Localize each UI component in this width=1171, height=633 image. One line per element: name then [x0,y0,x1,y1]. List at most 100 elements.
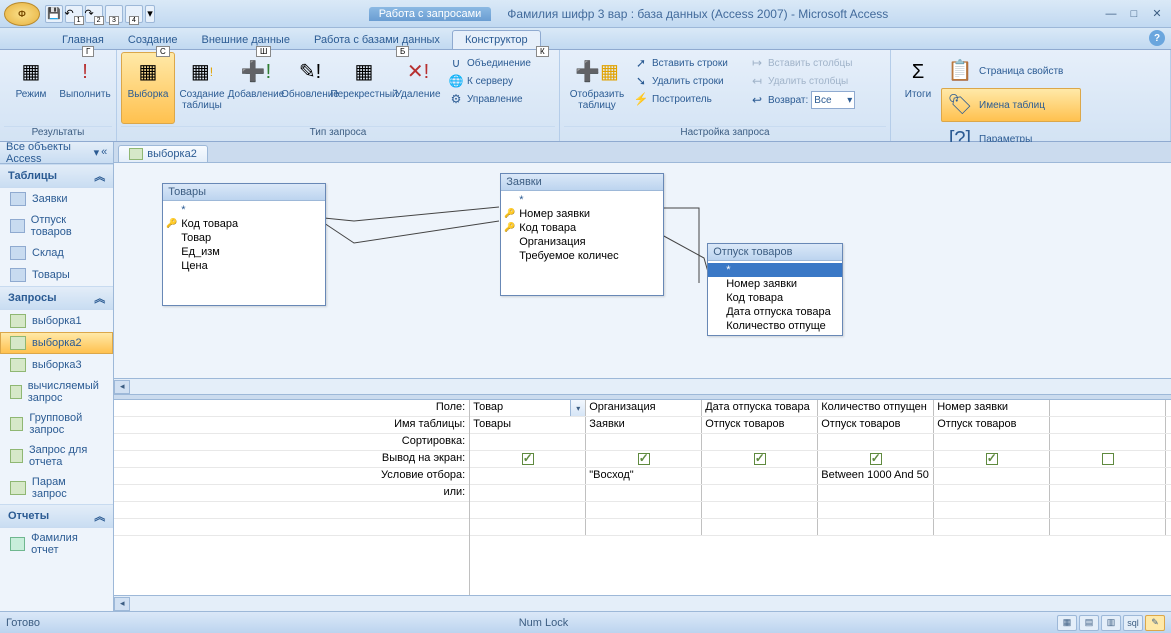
qbe-cell[interactable]: Дата отпуска товара [702,400,818,416]
maketable-button[interactable]: ▦!Создание таблицы [175,52,229,124]
qbe-hscroll[interactable]: ◂ ▸ [114,595,1171,611]
qbe-cell[interactable] [1050,519,1166,535]
tablebox-title[interactable]: Товары [163,184,325,201]
nav-query-item[interactable]: Групповой запрос [0,408,113,440]
qbe-cell[interactable]: Номер заявки [934,400,1050,416]
nav-query-item[interactable]: выборка2 [0,332,113,354]
show-checkbox[interactable] [870,453,882,465]
qbe-cell[interactable] [1050,485,1166,501]
qbe-cell[interactable] [818,434,934,450]
nav-group-tables[interactable]: Таблицы︽ [0,164,113,188]
qbe-cell[interactable] [1050,502,1166,518]
qat-save[interactable]: 💾 [45,5,63,23]
restore-button[interactable]: □ [1124,5,1144,23]
qbe-cell[interactable] [1166,468,1171,484]
field[interactable]: 🔑Номер заявки [501,207,663,221]
qbe-cell[interactable]: Организация [586,400,702,416]
qbe-cell[interactable] [470,434,586,450]
qbe-cell[interactable] [702,468,818,484]
qbe-cell[interactable] [586,451,702,467]
update-button[interactable]: ✎!Обновление [283,52,337,124]
return-combo[interactable]: Все▾ [811,91,855,109]
qbe-cell[interactable]: "Восход" [586,468,702,484]
qbe-cell[interactable] [1050,468,1166,484]
nav-query-item[interactable]: Запрос для отчета [0,440,113,472]
tablenames-button[interactable]: 🏷Имена таблиц [941,88,1081,122]
canvas-hscroll[interactable]: ◂ ▸ [114,378,1171,394]
field[interactable]: * [163,203,325,217]
return-rows[interactable]: ↩Возврат: Все▾ [746,90,886,110]
nav-query-item[interactable]: вычисляемый запрос [0,376,113,408]
show-checkbox[interactable] [638,453,650,465]
qbe-cell[interactable] [818,519,934,535]
field[interactable]: Требуемое количес [501,249,663,263]
qbe-cell[interactable] [934,451,1050,467]
builder-button[interactable]: ⚡Построитель [630,90,746,108]
nav-table-item[interactable]: Заявки [0,188,113,210]
qbe-cell[interactable]: Товар▾ [470,400,586,416]
field[interactable]: 🔑Код товара [163,217,325,231]
qbe-cell[interactable] [1050,400,1166,416]
qbe-cell[interactable]: Between 1000 And 50 [818,468,934,484]
qbe-cell[interactable] [586,519,702,535]
nav-group-reports[interactable]: Отчеты︽ [0,504,113,528]
table-заявки[interactable]: Заявки * 🔑Номер заявки 🔑Код товара Орган… [500,173,664,296]
show-checkbox[interactable] [522,453,534,465]
field[interactable]: Организация [501,235,663,249]
nav-table-item[interactable]: Отпуск товаров [0,210,113,242]
qbe-cell[interactable] [702,451,818,467]
table-отпуск-товаров[interactable]: Отпуск товаров * Номер заявки Код товара… [707,243,843,336]
propsheet-button[interactable]: 📋Страница свойств [941,54,1081,88]
doc-tab[interactable]: выборка2 [118,145,208,162]
qbe-cell[interactable] [1166,485,1171,501]
insert-rows-button[interactable]: ➚Вставить строки [630,54,746,72]
show-checkbox[interactable] [754,453,766,465]
help-button[interactable]: ? [1149,30,1165,46]
qbe-cell[interactable] [470,468,586,484]
passthrough-button[interactable]: 🌐К серверу [445,72,555,90]
show-checkbox[interactable] [986,453,998,465]
select-query-button[interactable]: ▦Выборка [121,52,175,124]
nav-group-queries[interactable]: Запросы︽ [0,286,113,310]
field[interactable]: * [501,193,663,207]
nav-query-item[interactable]: выборка3 [0,354,113,376]
office-button[interactable] [4,2,40,26]
nav-header[interactable]: Все объекты Access ▾« [0,142,113,164]
qbe-cell[interactable] [586,485,702,501]
qbe-cell[interactable] [470,485,586,501]
show-checkbox[interactable] [1102,453,1114,465]
qbe-cell[interactable]: Отпуск товаров [818,417,934,433]
qbe-cell[interactable] [1050,434,1166,450]
qbe-cell[interactable] [1166,519,1171,535]
qbe-cell[interactable] [1050,417,1166,433]
qbe-cell[interactable] [702,434,818,450]
view-sql-button[interactable]: sql [1123,615,1143,631]
qbe-cell[interactable] [702,502,818,518]
qbe-cell[interactable]: Количество отпущен [818,400,934,416]
tab-create[interactable]: Создание [116,31,190,49]
qbe-cell[interactable] [818,502,934,518]
view-button[interactable]: ▦Режим [4,52,58,124]
collapse-nav-icon[interactable]: « [101,146,107,159]
view-pivotchart-button[interactable]: ▥ [1101,615,1121,631]
run-button[interactable]: !Выполнить [58,52,112,124]
tab-external[interactable]: Внешние данные [190,31,302,49]
field[interactable]: * [708,263,842,277]
qbe-cell[interactable] [934,485,1050,501]
delete-query-button[interactable]: ✕!Удаление [391,52,445,124]
chevron-down-icon[interactable]: ▾ [94,146,100,159]
nav-table-item[interactable]: Склад [0,242,113,264]
showtable-button[interactable]: ➕▦Отобразить таблицу [564,52,630,124]
qbe-cell[interactable] [470,451,586,467]
close-button[interactable]: ✕ [1147,5,1167,23]
field[interactable]: Цена [163,259,325,273]
qbe-cell[interactable] [1050,451,1166,467]
qbe-cell[interactable] [1166,502,1171,518]
field[interactable]: Количество отпуще [708,319,842,333]
view-datasheet-button[interactable]: ▦ [1057,615,1077,631]
delete-rows-button[interactable]: ➘Удалить строки [630,72,746,90]
qbe-cell[interactable] [470,502,586,518]
crosstab-button[interactable]: ▦Перекрестный [337,52,391,124]
qbe-cell[interactable] [702,485,818,501]
qbe-cell[interactable] [934,434,1050,450]
